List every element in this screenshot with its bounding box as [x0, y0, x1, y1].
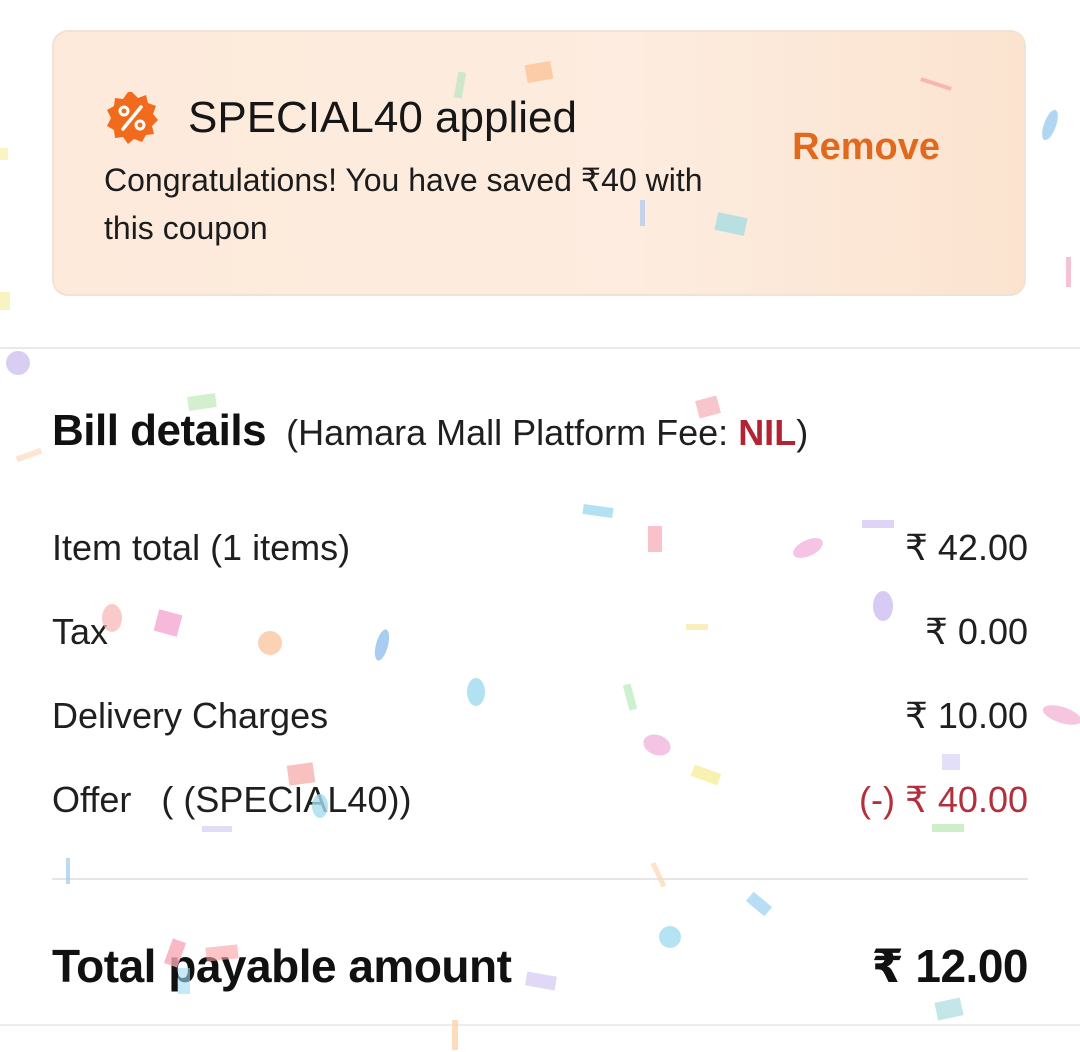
section-divider — [0, 347, 1080, 349]
bill-row-value: ₹ 0.00 — [925, 611, 1028, 652]
coupon-applied-card: SPECIAL40 applied Congratulations! You h… — [52, 30, 1026, 296]
bill-row-tax: Tax ₹ 0.00 — [52, 607, 1028, 657]
total-payable-row: Total payable amount ₹ 12.00 — [52, 936, 1029, 996]
platform-fee-prefix: (Hamara Mall Platform Fee: — [286, 412, 739, 453]
bill-row-value: ₹ 42.00 — [905, 527, 1028, 568]
bill-row-value: ₹ 10.00 — [905, 695, 1028, 736]
bill-row-label: Item total (1 items) — [52, 527, 351, 568]
total-payable-label: Total payable amount — [52, 940, 512, 992]
bill-row-label: Offer ( (SPECIAL40)) — [52, 779, 412, 820]
bill-row-delivery: Delivery Charges ₹ 10.00 — [52, 691, 1028, 741]
bill-row-label: Delivery Charges — [52, 695, 329, 736]
coupon-applied-title: SPECIAL40 applied — [188, 93, 577, 142]
coupon-savings-message: Congratulations! You have saved ₹40 with… — [104, 162, 703, 246]
percent-badge-icon — [107, 92, 158, 144]
total-divider — [52, 878, 1028, 880]
bottom-divider — [0, 1024, 1080, 1026]
bill-details-title: Bill details — [52, 406, 267, 455]
total-payable-value: ₹ 12.00 — [871, 940, 1029, 992]
bill-row-offer: Offer ( (SPECIAL40)) (-) ₹ 40.00 — [52, 775, 1028, 825]
bill-row-item-total: Item total (1 items) ₹ 42.00 — [52, 523, 1028, 573]
bill-row-label: Tax — [52, 611, 109, 652]
platform-fee-suffix: ) — [796, 412, 809, 453]
remove-coupon-button[interactable]: Remove — [792, 126, 940, 169]
bill-details-header: Bill details (Hamara Mall Platform Fee: N… — [52, 406, 808, 456]
platform-fee-note: (Hamara Mall Platform Fee: NIL) — [286, 412, 808, 453]
platform-fee-value: NIL — [738, 412, 797, 453]
bill-row-value: (-) ₹ 40.00 — [859, 779, 1028, 820]
